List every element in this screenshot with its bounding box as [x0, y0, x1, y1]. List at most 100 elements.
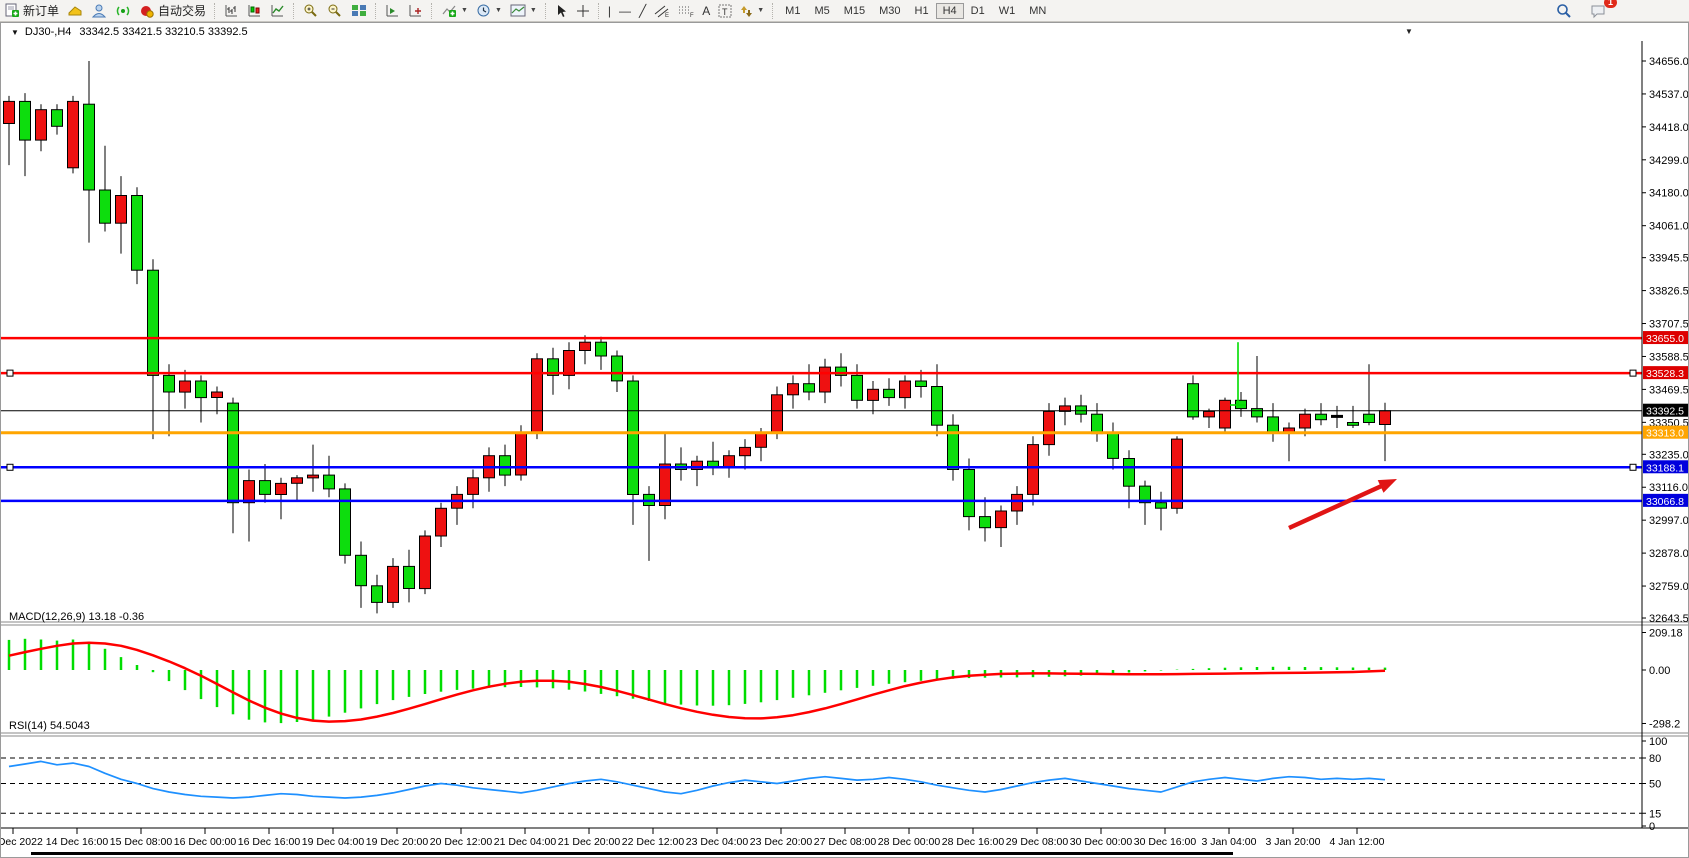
zoom-in-button[interactable]: [299, 1, 323, 21]
price-axis-label: 33469.5: [1649, 384, 1688, 396]
timeframe-m5-button[interactable]: M5: [807, 3, 836, 19]
indicators-button[interactable]: ▼: [437, 1, 472, 21]
time-axis-label: 19 Dec 04:00: [302, 836, 365, 848]
candle-body: [196, 381, 207, 398]
time-axis-label: 16 Dec 16:00: [238, 836, 301, 848]
price-axis-label: 34656.0: [1649, 56, 1688, 68]
chart-shift-marker-icon[interactable]: ▼: [1405, 27, 1413, 36]
auto-scroll-icon: [408, 3, 423, 18]
timeframe-m15-button[interactable]: M15: [837, 3, 872, 19]
candle-body: [1316, 414, 1327, 420]
equidistant-channel-tool-button[interactable]: E: [650, 1, 674, 21]
line-chart-button[interactable]: [266, 1, 289, 21]
time-axis-label: 14 Dec 2022: [1, 836, 43, 848]
price-axis-label: 34180.0: [1649, 188, 1688, 200]
candle-body: [516, 434, 527, 476]
candle-body: [564, 351, 575, 376]
zoom-out-button[interactable]: [323, 1, 347, 21]
timeframe-m30-button[interactable]: M30: [872, 3, 907, 19]
crosshair-tool-button[interactable]: [572, 1, 594, 21]
bar-chart-button[interactable]: [220, 1, 243, 21]
profile-icon: [91, 3, 107, 18]
notifications-button[interactable]: 1: [1586, 1, 1611, 21]
candle-body: [724, 456, 735, 467]
price-axis-label: 34537.0: [1649, 89, 1688, 101]
timeframe-h1-button[interactable]: H1: [908, 3, 936, 19]
fibonacci-tool-button[interactable]: F: [674, 1, 698, 21]
new-order-label: 新订单: [23, 2, 59, 19]
text-label-tool-button[interactable]: T: [714, 1, 736, 21]
candle-body: [868, 389, 879, 400]
cursor-tool-button[interactable]: [551, 1, 572, 21]
time-axis-label: 4 Jan 12:00: [1330, 836, 1385, 848]
line-selection-handle[interactable]: [7, 370, 13, 376]
price-badge-label: 33655.0: [1646, 333, 1684, 345]
text-tool-button[interactable]: A: [698, 1, 714, 21]
clock-icon: [476, 3, 491, 18]
candle-body: [308, 475, 319, 478]
price-badge-label: 33392.5: [1646, 406, 1684, 418]
timeframe-h4-button[interactable]: H4: [936, 3, 964, 19]
arrows-tool-button[interactable]: ▼: [736, 1, 768, 21]
arrows-icon: [740, 4, 753, 18]
dropdown-caret-icon: ▼: [530, 7, 537, 14]
vertical-line-tool-button[interactable]: |: [604, 1, 615, 21]
price-badge-label: 33313.0: [1646, 428, 1684, 440]
candle-body: [628, 381, 639, 495]
chart-shift-button[interactable]: [381, 1, 404, 21]
line-selection-handle[interactable]: [7, 464, 13, 470]
chart-title-symbol: DJ30-,H4: [25, 26, 71, 38]
rsi-axis-label: 50: [1649, 779, 1661, 791]
candle-body: [52, 110, 63, 127]
svg-text:T: T: [722, 7, 728, 17]
candle-body: [116, 196, 127, 224]
candle-body: [1252, 409, 1263, 417]
new-order-button[interactable]: 新订单: [0, 1, 63, 21]
candle-body: [212, 392, 223, 398]
line-selection-handle[interactable]: [1630, 464, 1636, 470]
chart-window: ▼ DJ30-,H4 33342.5 33421.5 33210.5 33392…: [0, 22, 1689, 858]
rsi-axis-label: 0: [1649, 821, 1655, 833]
chart-title-bar[interactable]: ▼ DJ30-,H4 33342.5 33421.5 33210.5 33392…: [1, 23, 1688, 41]
doji-dash-candle: [1331, 415, 1343, 418]
search-button[interactable]: [1552, 1, 1576, 21]
auto-scroll-button[interactable]: [404, 1, 427, 21]
candle-body: [1364, 414, 1375, 422]
candle-body: [1124, 459, 1135, 487]
toolbar-separator: [431, 3, 433, 19]
chart-wizard-icon: [67, 3, 83, 18]
profile-button[interactable]: [87, 1, 111, 21]
candle-body: [36, 110, 47, 140]
candle-chart-button[interactable]: [243, 1, 266, 21]
candle-body: [1188, 384, 1199, 417]
periods-button[interactable]: ▼: [472, 1, 506, 21]
candle-body: [996, 511, 1007, 528]
candle-body: [1348, 423, 1359, 426]
candle-body: [260, 481, 271, 495]
time-axis-label: 28 Dec 00:00: [878, 836, 941, 848]
candle-body: [1108, 434, 1119, 459]
tile-windows-button[interactable]: [347, 1, 371, 21]
horizontal-line-tool-button[interactable]: —: [615, 1, 635, 21]
signals-button[interactable]: [111, 1, 135, 21]
zoom-in-icon: [303, 3, 319, 18]
symbol-dropdown-icon[interactable]: ▼: [11, 28, 19, 37]
autotrade-button[interactable]: 自动交易: [135, 1, 210, 21]
time-axis-label: 15 Dec 08:00: [110, 836, 173, 848]
timeframe-d1-button[interactable]: D1: [964, 3, 992, 19]
chart-wizard-button[interactable]: [63, 1, 87, 21]
candle-body: [708, 461, 719, 467]
price-badge-label: 33066.8: [1646, 496, 1684, 508]
timeframe-mn-button[interactable]: MN: [1022, 3, 1053, 19]
templates-button[interactable]: ▼: [506, 1, 541, 21]
toolbar-separator: [545, 3, 547, 19]
timeframe-m1-button[interactable]: M1: [778, 3, 807, 19]
price-axis-label: 33945.5: [1649, 253, 1688, 265]
timeframe-w1-button[interactable]: W1: [992, 3, 1023, 19]
candle-body: [420, 536, 431, 589]
chart-canvas[interactable]: 34656.034537.034418.034299.034180.034061…: [1, 41, 1688, 855]
trendline-tool-button[interactable]: ╱: [635, 1, 650, 21]
rsi-indicator-label: RSI(14) 54.5043: [9, 720, 90, 732]
line-selection-handle[interactable]: [1630, 370, 1636, 376]
macd-axis-label: 0.00: [1649, 665, 1670, 677]
